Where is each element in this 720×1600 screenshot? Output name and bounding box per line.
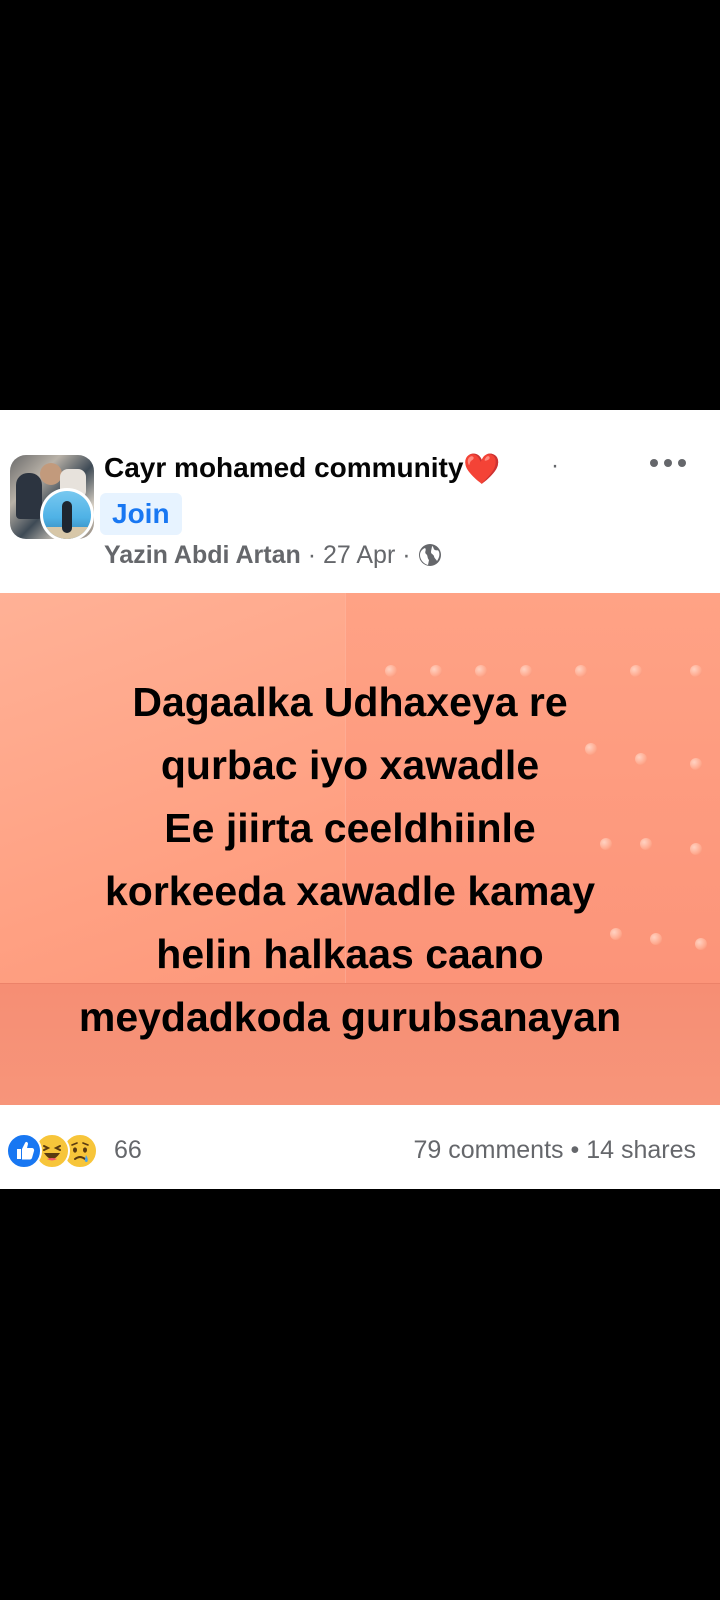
post-line: Dagaalka Udhaxeya re <box>132 679 568 725</box>
stats-bullet: • <box>570 1136 580 1164</box>
shares-count[interactable]: 14 shares <box>586 1136 696 1164</box>
like-icon <box>6 1133 42 1169</box>
post-body-text: Dagaalka Udhaxeya re qurbac iyo xawadle … <box>0 671 700 1049</box>
engagement-stats: 79 comments • 14 shares <box>413 1133 696 1167</box>
post-line: korkeeda xawadle kamay <box>104 868 596 914</box>
post-card: Cayr mohamed community❤️ · Join Yazin Ab… <box>0 410 720 1189</box>
post-text-background[interactable]: Dagaalka Udhaxeya re qurbac iyo xawadle … <box>0 593 720 1105</box>
header-separator: · <box>551 452 559 479</box>
heart-icon: ❤️ <box>463 453 501 486</box>
post-meta: Yazin Abdi Artan · 27 Apr · <box>104 538 442 572</box>
author-avatar[interactable] <box>40 488 94 542</box>
post-line: Ee jiirta ceeldhiinle <box>164 805 536 851</box>
post-line: meydadkoda gurubsanayan <box>78 994 622 1040</box>
globe-icon <box>418 542 442 566</box>
comments-count[interactable]: 79 comments <box>413 1136 563 1164</box>
more-options-icon[interactable] <box>646 452 690 474</box>
group-name[interactable]: Cayr mohamed community❤️ <box>104 452 501 487</box>
post-line: qurbac iyo xawadle <box>160 742 540 788</box>
meta-separator-1: · <box>300 541 323 569</box>
navigation-area <box>0 1189 720 1600</box>
post-line: helin halkaas caano <box>156 931 544 977</box>
post-footer: 66 79 comments • 14 shares <box>0 1105 720 1189</box>
join-button[interactable]: Join <box>100 493 182 535</box>
reaction-count[interactable]: 66 <box>114 1133 142 1167</box>
author-name[interactable]: Yazin Abdi Artan <box>104 541 301 569</box>
status-bar-area <box>0 0 720 410</box>
post-header: Cayr mohamed community❤️ · Join Yazin Ab… <box>0 410 720 593</box>
post-date[interactable]: 27 Apr <box>323 541 395 569</box>
meta-separator-2: · <box>395 541 418 569</box>
